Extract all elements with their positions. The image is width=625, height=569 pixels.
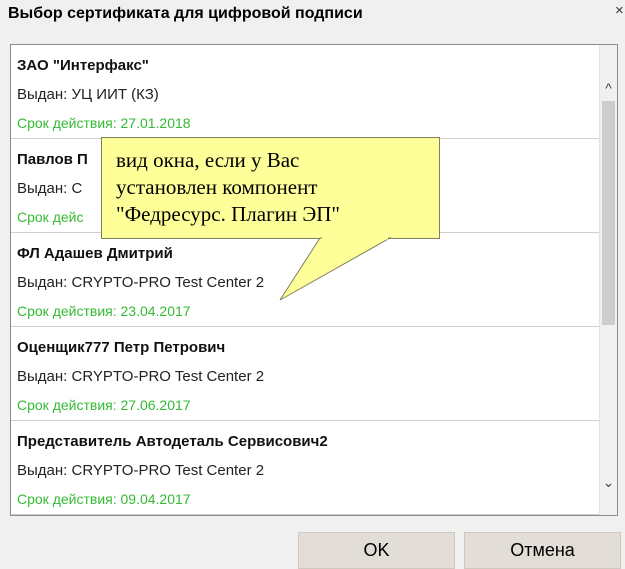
cancel-button[interactable]: Отмена [464, 532, 621, 569]
certificate-validity: Срок действия: 27.06.2017 [17, 397, 191, 413]
certificate-issuer: Выдан: CRYPTO-PRO Test Center 2 [17, 368, 265, 385]
certificate-dialog: Выбор сертификата для цифровой подписи ×… [0, 0, 625, 569]
scroll-down-icon[interactable]: ⌄ [600, 473, 617, 491]
callout-line: установлен компонент [116, 175, 318, 199]
certificate-validity: Срок действия: 27.01.2018 [17, 115, 191, 131]
certificate-validity: Срок дейс [17, 209, 84, 225]
certificate-issuer: Выдан: CRYPTO-PRO Test Center 2 [17, 274, 265, 291]
certificate-issuer: Выдан: C [17, 180, 83, 197]
certificate-name: Павлов П [17, 151, 88, 168]
callout-pointer [279, 237, 392, 301]
certificate-issuer: Выдан: УЦ ИИТ (КЗ) [17, 86, 159, 103]
certificate-item[interactable]: Оценщик777 Петр Петрович Выдан: CRYPTO-P… [11, 327, 609, 421]
scroll-thumb[interactable] [602, 101, 615, 325]
certificate-name: ФЛ Адашев Дмитрий [17, 245, 173, 262]
callout-line: вид окна, если у Вас [116, 148, 300, 172]
certificate-issuer: Выдан: CRYPTO-PRO Test Center 2 [17, 462, 265, 479]
dialog-title: Выбор сертификата для цифровой подписи [8, 5, 363, 22]
vertical-scrollbar[interactable]: ^ ⌄ [599, 45, 617, 515]
callout-line: "Федресурс. Плагин ЭП" [116, 202, 341, 226]
certificate-name: ЗАО "Интерфакс" [17, 57, 149, 74]
certificate-name: Оценщик777 Петр Петрович [17, 339, 226, 356]
certificate-validity: Срок действия: 23.04.2017 [17, 303, 191, 319]
ok-button[interactable]: OK [298, 532, 455, 569]
callout-note: вид окна, если у Вас установлен компонен… [101, 137, 440, 239]
certificate-name: Представитель Автодеталь Сервисович2 [17, 433, 328, 450]
certificate-item[interactable]: ЗАО "Интерфакс" Выдан: УЦ ИИТ (КЗ) Срок … [11, 45, 609, 139]
certificate-item[interactable]: Представитель Автодеталь Сервисович2 Выд… [11, 421, 609, 515]
close-icon[interactable]: × [615, 2, 625, 19]
certificate-validity: Срок действия: 09.04.2017 [17, 491, 191, 507]
scroll-up-icon[interactable]: ^ [600, 79, 617, 97]
